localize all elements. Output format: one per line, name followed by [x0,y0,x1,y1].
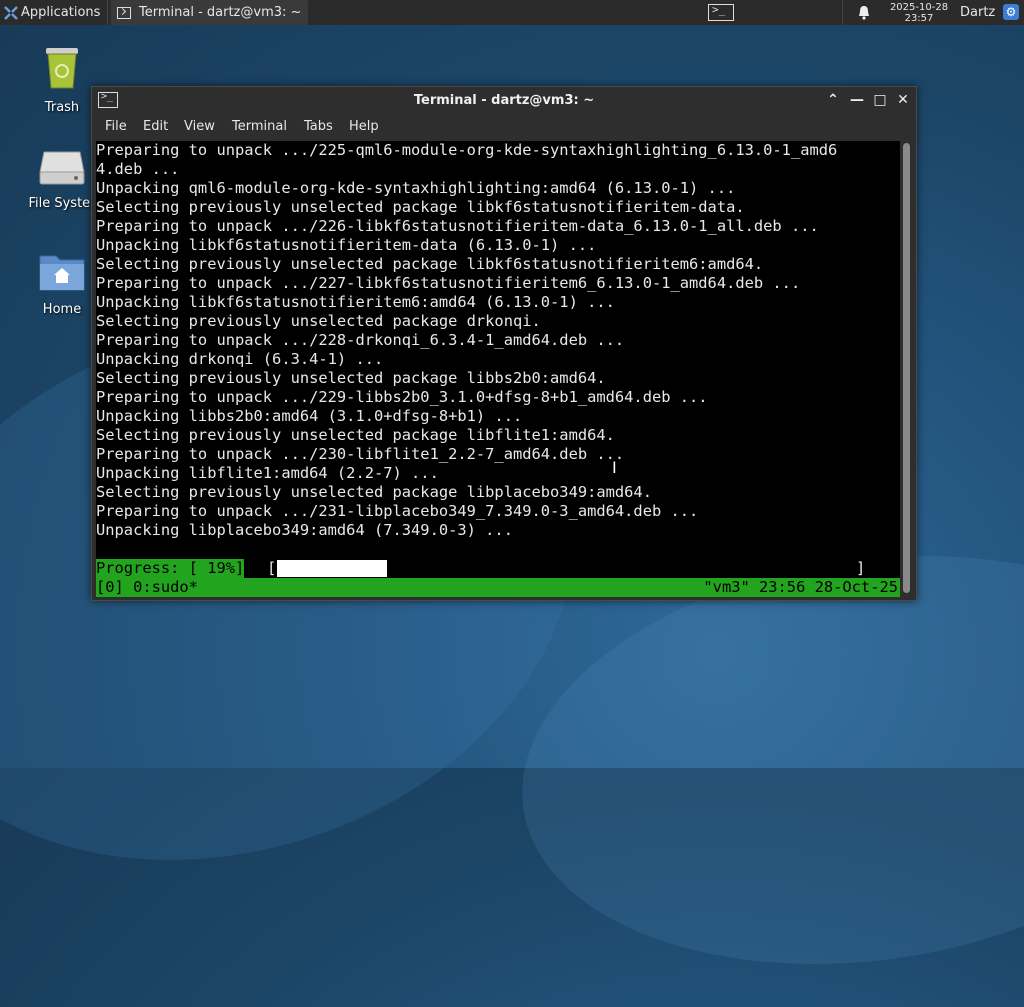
progress-fill [277,560,387,577]
terminal-lines: Preparing to unpack .../225-qml6-module-… [96,141,900,540]
terminal-window: Terminal - dartz@vm3: ~ ⌃ — □ ✕ File Edi… [91,86,917,601]
user-name: Dartz [960,5,996,20]
menu-file[interactable]: File [105,119,127,134]
progress-open-bracket: [ [267,559,277,577]
desktop-icon-label: Trash [44,100,80,115]
terminal-line: Unpacking libkf6statusnotifieritem-data … [96,236,597,254]
terminal-line: Preparing to unpack .../229-libbs2b0_3.1… [96,388,708,406]
menu-view[interactable]: View [184,119,215,134]
chevron-up-icon[interactable]: ⌃ [824,91,842,109]
progress-label: Progress: [ 19%] [96,559,245,578]
drive-icon [39,151,85,185]
tray-terminal-launcher[interactable] [706,0,736,25]
terminal-line: Unpacking libkf6statusnotifieritem6:amd6… [96,293,615,311]
applications-menu-icon [4,5,18,20]
progress-close-bracket: ] [856,559,866,577]
terminal-line: Selecting previously unselected package … [96,426,615,444]
desktop-icon-home[interactable]: Home [22,250,102,317]
desktop-icon-label: File Syster [28,196,96,211]
settings-gear-icon[interactable]: ⚙ [1003,4,1019,20]
taskbar-terminal-button[interactable]: Terminal - dartz@vm3: ~ [111,0,308,25]
mouse-ibeam-cursor-icon: I [612,458,617,477]
tmux-status-bar: [0] 0:sudo* "vm3" 23:56 28-Oct-25 [96,578,900,597]
minimize-button[interactable]: — [848,91,866,109]
terminal-line: Unpacking libplacebo349:amd64 (7.349.0-3… [96,521,513,539]
menu-edit[interactable]: Edit [143,119,168,134]
terminal-line: Unpacking qml6-module-org-kde-syntaxhigh… [96,179,736,197]
menu-tabs[interactable]: Tabs [304,119,333,134]
menu-bar: File Edit View Terminal Tabs Help [92,115,916,139]
bell-icon [859,6,869,20]
terminal-line: Selecting previously unselected package … [96,483,652,501]
clock-date: 2025-10-28 [889,1,949,13]
terminal-output[interactable]: Preparing to unpack .../225-qml6-module-… [96,141,900,597]
terminal-line: Preparing to unpack .../228-drkonqi_6.3.… [96,331,625,349]
terminal-icon [117,6,131,19]
terminal-launcher-icon [708,3,734,21]
terminal-line: Selecting previously unselected package … [96,312,541,330]
terminal-line: Unpacking libflite1:amd64 (2.2-7) ... [96,464,439,482]
home-folder-icon [39,255,85,291]
terminal-line: Unpacking libbs2b0:amd64 (3.1.0+dfsg-8+b… [96,407,523,425]
close-button[interactable]: ✕ [894,91,912,109]
terminal-line: Preparing to unpack .../227-libkf6status… [96,274,801,292]
desktop-icon-filesystem[interactable]: File Syster [22,148,102,211]
tmux-window-list[interactable]: [0] 0:sudo* [96,578,198,597]
cursor-line [96,540,162,577]
desktop-icon-trash[interactable]: Trash [22,44,102,115]
terminal-line: Selecting previously unselected package … [96,198,745,216]
terminal-line: Preparing to unpack .../231-libplacebo34… [96,502,699,520]
apt-progress-bar: Progress: [ 19%] [ ] [96,559,900,578]
panel-separator [842,0,843,25]
terminal-line: Preparing to unpack .../226-libkf6status… [96,217,819,235]
panel-separator [107,0,108,25]
applications-menu[interactable]: Applications [0,0,100,25]
clock[interactable]: 2025-10-28 23:57 [884,0,954,25]
applications-label: Applications [21,5,101,20]
window-title: Terminal - dartz@vm3: ~ [413,93,595,108]
maximize-button[interactable]: □ [871,91,889,109]
terminal-line: Selecting previously unselected package … [96,369,606,387]
menu-help[interactable]: Help [349,119,379,134]
notifications-button[interactable] [856,0,872,25]
user-menu[interactable]: Dartz [960,0,995,25]
menu-terminal[interactable]: Terminal [232,119,287,134]
terminal-line: Unpacking drkonqi (6.3.4-1) ... [96,350,384,368]
top-panel: Applications Terminal - dartz@vm3: ~ 202… [0,0,1024,25]
tmux-status-right: "vm3" 23:56 28-Oct-25 [703,578,898,596]
terminal-line: Selecting previously unselected package … [96,255,764,273]
clock-time: 23:57 [904,12,934,24]
terminal-scrollbar[interactable] [901,141,913,597]
desktop-icon-label: Home [42,302,82,317]
terminal-line: Preparing to unpack .../225-qml6-module-… [96,141,838,159]
scrollbar-thumb[interactable] [903,143,910,593]
taskbar-terminal-label: Terminal - dartz@vm3: ~ [139,5,302,20]
window-titlebar[interactable]: Terminal - dartz@vm3: ~ ⌃ — □ ✕ [92,87,916,115]
terminal-line: Preparing to unpack .../230-libflite1_2.… [96,445,625,463]
terminal-line: 4.deb ... [96,160,180,178]
trash-icon [46,48,78,89]
